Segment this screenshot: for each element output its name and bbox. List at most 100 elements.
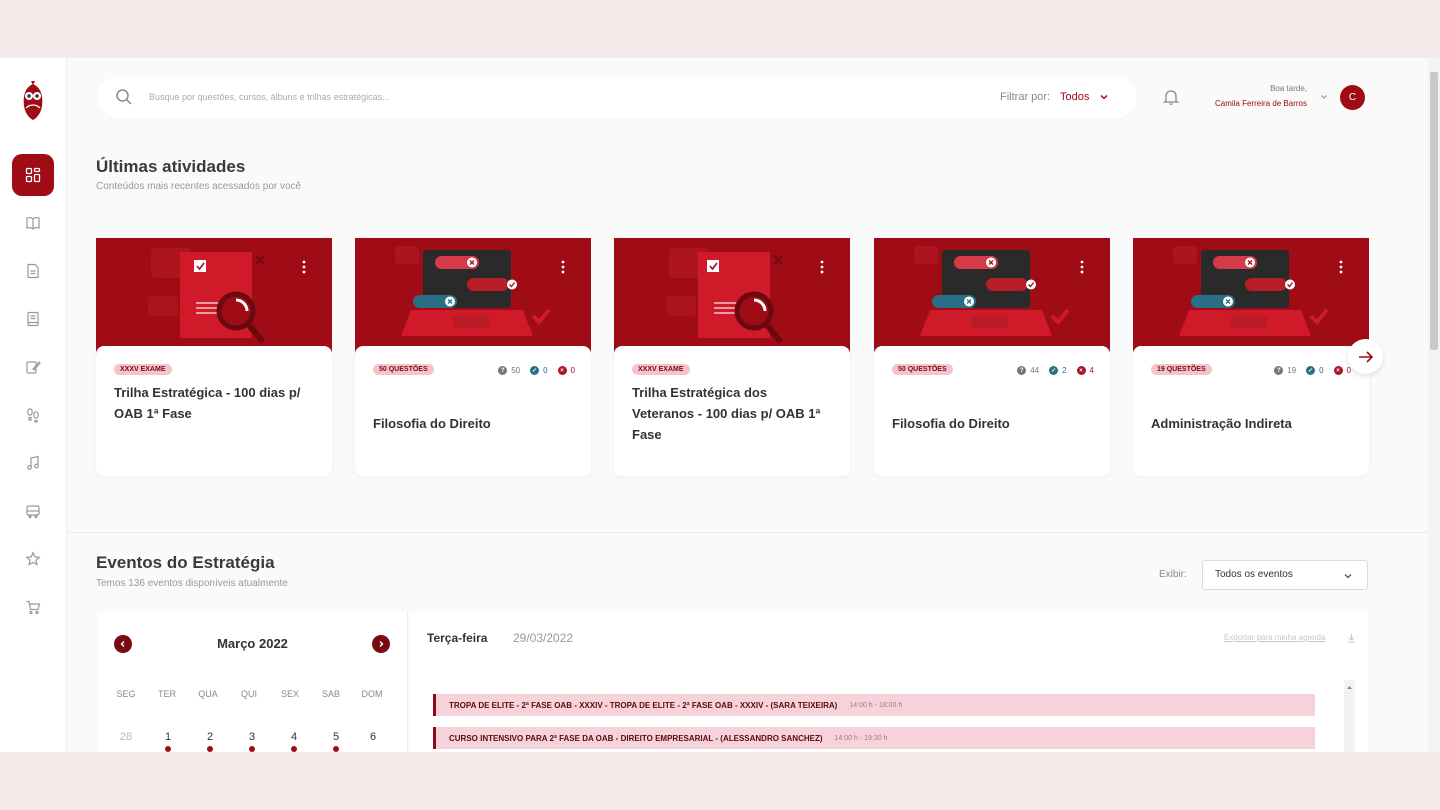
- weekday-label: SEX: [280, 689, 299, 699]
- chevron-down-icon: [1344, 574, 1352, 579]
- card-title[interactable]: Trilha Estratégica dos Veteranos - 100 d…: [632, 382, 832, 445]
- nav-audio[interactable]: [12, 442, 54, 484]
- chevron-down-icon[interactable]: [1099, 92, 1109, 102]
- activity-card[interactable]: 50 QUESTÕES ? 50 ✓ 0 × 0 Filosofia do Direi…: [355, 238, 591, 478]
- check-icon: ✓: [1306, 366, 1316, 375]
- page-scrollbar[interactable]: [1428, 58, 1440, 752]
- event-marker: [333, 746, 339, 752]
- activity-card[interactable]: XXXV EXAME Trilha Estratégica dos Vetera…: [614, 238, 850, 478]
- calendar-day[interactable]: 28: [111, 731, 141, 743]
- more-vertical-icon[interactable]: [1080, 260, 1084, 274]
- wrong-stat: × 0: [1333, 366, 1351, 375]
- search-input[interactable]: [149, 87, 709, 107]
- section-divider: [67, 532, 1428, 533]
- filter-label: Filtrar por:: [1000, 91, 1051, 103]
- event-item[interactable]: CURSO INTENSIVO PARA 2ª FASE DA OAB - DI…: [433, 727, 1315, 749]
- more-vertical-icon[interactable]: [561, 260, 565, 274]
- event-marker: [291, 746, 297, 752]
- weekday-label: SEG: [116, 689, 136, 699]
- calendar-day[interactable]: 3: [237, 731, 267, 743]
- weekday-label: QUI: [240, 689, 257, 699]
- calendar-day[interactable]: 6: [358, 731, 388, 743]
- carousel-next-button[interactable]: [1348, 339, 1383, 374]
- weekday-label: QUA: [198, 689, 218, 699]
- events-filter-select[interactable]: Todos os eventos: [1202, 560, 1368, 590]
- nav-favorites[interactable]: [12, 538, 54, 580]
- download-icon[interactable]: [1347, 633, 1356, 643]
- more-vertical-icon[interactable]: [302, 260, 306, 274]
- event-name: TROPA DE ELITE - 2ª FASE OAB - XXXIV - T…: [449, 700, 838, 710]
- chevron-down-icon[interactable]: [1320, 93, 1328, 101]
- nav-courses[interactable]: [12, 202, 54, 244]
- exibir-label: Exibir:: [1159, 569, 1187, 580]
- event-marker: [165, 746, 171, 752]
- trail-illustration-icon: [666, 248, 784, 344]
- card-title[interactable]: Trilha Estratégica - 100 dias p/ OAB 1ª …: [114, 382, 314, 424]
- activities-title: Últimas atividades: [96, 157, 246, 176]
- questions-badge: 50 QUESTÕES: [892, 364, 953, 375]
- close-icon: ×: [557, 366, 567, 375]
- events-panel: Terça-feira 29/03/2022 Exportar para min…: [409, 612, 1368, 752]
- question-stats: ? 19 ✓ 0 × 0: [1274, 366, 1351, 375]
- question-icon: ?: [498, 366, 508, 375]
- event-time: 14:00 h - 19:30 h: [834, 734, 888, 742]
- more-vertical-icon[interactable]: [1339, 260, 1343, 274]
- questions-badge: 19 QUESTÕES: [1151, 364, 1212, 375]
- user-name[interactable]: Camila Ferreira de Barros: [1157, 99, 1307, 108]
- correct-stat: ✓ 0: [1306, 366, 1324, 375]
- calendar-next-button[interactable]: [372, 635, 390, 653]
- wrong-stat: × 4: [1076, 366, 1094, 375]
- calendar-day[interactable]: 2: [195, 731, 225, 743]
- calendar-day[interactable]: 4: [279, 731, 309, 743]
- selected-weekday: Terça-feira: [427, 631, 488, 645]
- nav-trails[interactable]: [12, 394, 54, 436]
- scrollbar-thumb[interactable]: [1430, 72, 1438, 350]
- card-title[interactable]: Filosofia do Direito: [892, 413, 1092, 434]
- nav-store[interactable]: [12, 586, 54, 628]
- card-body: 50 QUESTÕES ? 44 ✓ 2 × 4 Filosofia do Direi…: [874, 346, 1110, 476]
- nav-exercises[interactable]: [12, 346, 54, 388]
- close-icon: ×: [1076, 366, 1086, 375]
- owl-logo-icon[interactable]: [20, 80, 46, 120]
- nav-dashboard[interactable]: [12, 154, 54, 196]
- filter-dropdown[interactable]: Todos: [1060, 91, 1089, 103]
- activity-card[interactable]: 19 QUESTÕES ? 19 ✓ 0 × 0 Administração Indi…: [1133, 238, 1369, 478]
- card-title[interactable]: Filosofia do Direito: [373, 413, 573, 434]
- trail-illustration-icon: [148, 248, 266, 344]
- export-calendar-link[interactable]: Exportar para minha agenda: [1224, 633, 1325, 642]
- calendar-day[interactable]: 1: [153, 731, 183, 743]
- weekday-label: SAB: [321, 689, 340, 699]
- search-bar: Filtrar por: Todos: [97, 76, 1137, 118]
- app-frame: Filtrar por: Todos Boa tarde, Camila Fer…: [0, 58, 1440, 752]
- card-title[interactable]: Administração Indireta: [1151, 413, 1351, 434]
- nav-transport[interactable]: [12, 490, 54, 532]
- nav-notebook[interactable]: [12, 298, 54, 340]
- answered-stat: ? 19: [1274, 366, 1296, 375]
- card-banner: [874, 238, 1110, 358]
- correct-stat: ✓ 2: [1049, 366, 1067, 375]
- dashboard-icon: [25, 167, 41, 183]
- music-icon: [27, 455, 39, 470]
- weekday-label: DOM: [361, 689, 383, 699]
- activity-card[interactable]: 50 QUESTÕES ? 44 ✓ 2 × 4 Filosofia do Direi…: [874, 238, 1110, 478]
- calendar-day[interactable]: 5: [321, 731, 351, 743]
- activity-card[interactable]: XXXV EXAME Trilha Estratégica - 100 dias…: [96, 238, 332, 478]
- events-title: Eventos do Estratégia: [96, 553, 275, 572]
- event-marker: [249, 746, 255, 752]
- event-marker: [207, 746, 213, 752]
- card-body: XXXV EXAME Trilha Estratégica - 100 dias…: [96, 346, 332, 476]
- search-icon[interactable]: [115, 88, 133, 106]
- selected-date: 29/03/2022: [513, 631, 574, 645]
- question-icon: ?: [1017, 366, 1027, 375]
- laptop-illustration-icon: [914, 246, 1070, 336]
- event-time: 14:00 h - 18:00 h: [849, 701, 903, 709]
- nav-documents[interactable]: [12, 250, 54, 292]
- avatar[interactable]: C: [1340, 85, 1365, 110]
- event-item[interactable]: TROPA DE ELITE - 2ª FASE OAB - XXXIV - T…: [433, 694, 1315, 716]
- more-vertical-icon[interactable]: [820, 260, 824, 274]
- laptop-illustration-icon: [395, 246, 551, 336]
- chevron-right-icon: [379, 641, 384, 647]
- close-icon: ×: [1333, 366, 1343, 375]
- card-banner: [614, 238, 850, 358]
- events-scrollbar[interactable]: [1344, 680, 1355, 752]
